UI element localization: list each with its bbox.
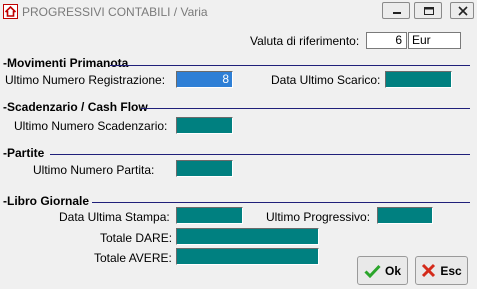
totale-dare-field[interactable] bbox=[176, 228, 319, 245]
ok-button-label: Ok bbox=[384, 263, 401, 278]
section-title-libro-giornale: -Libro Giornale bbox=[3, 194, 90, 208]
esc-button[interactable]: Esc bbox=[415, 256, 468, 285]
section-title-scadenzario: -Scadenzario / Cash Flow bbox=[3, 100, 148, 114]
section-divider bbox=[141, 108, 470, 109]
window-title: PROGRESSIVI CONTABILI / Varia bbox=[22, 5, 208, 19]
totale-avere-label: Totale AVERE: bbox=[94, 251, 172, 265]
title-bar: PROGRESSIVI CONTABILI / Varia bbox=[0, 0, 477, 24]
ultimo-numero-registrazione-field[interactable]: 8 bbox=[176, 71, 233, 88]
section-divider bbox=[92, 202, 470, 203]
data-ultimo-scarico-label: Data Ultimo Scarico: bbox=[271, 73, 381, 87]
section-divider bbox=[110, 65, 470, 66]
esc-button-label: Esc bbox=[440, 263, 462, 278]
maximize-button[interactable] bbox=[414, 2, 442, 19]
ultimo-numero-partita-label: Ultimo Numero Partita: bbox=[33, 163, 155, 177]
ultimo-numero-registrazione-label: Ultimo Numero Registrazione: bbox=[5, 73, 166, 87]
ultimo-progressivo-field[interactable] bbox=[377, 207, 433, 224]
section-divider bbox=[50, 154, 470, 155]
close-icon bbox=[458, 6, 468, 16]
close-button[interactable] bbox=[450, 2, 474, 19]
minimize-button[interactable] bbox=[382, 2, 410, 19]
app-icon bbox=[3, 4, 18, 19]
totale-avere-field[interactable] bbox=[176, 248, 319, 265]
ultimo-numero-scadenzario-field[interactable] bbox=[176, 117, 233, 134]
ultimo-numero-partita-field[interactable] bbox=[176, 160, 233, 177]
data-ultimo-scarico-field[interactable] bbox=[385, 71, 452, 88]
ultimo-progressivo-label: Ultimo Progressivo: bbox=[266, 210, 371, 224]
maximize-icon bbox=[424, 7, 434, 15]
checkmark-icon bbox=[364, 264, 381, 278]
currency-label: Valuta di riferimento: bbox=[250, 34, 360, 48]
section-title-partite: -Partite bbox=[3, 146, 45, 160]
data-ultima-stampa-label: Data Ultima Stampa: bbox=[59, 210, 170, 224]
section-title-primanota: -Movimenti Primanota bbox=[3, 56, 129, 70]
data-ultima-stampa-field[interactable] bbox=[176, 207, 243, 224]
minimize-icon bbox=[393, 12, 401, 14]
ok-button[interactable]: Ok bbox=[357, 256, 408, 285]
cross-icon bbox=[422, 263, 436, 278]
currency-name-field[interactable]: Eur bbox=[408, 32, 461, 49]
totale-dare-label: Totale DARE: bbox=[100, 231, 173, 245]
ultimo-numero-scadenzario-label: Ultimo Numero Scadenzario: bbox=[14, 119, 168, 133]
currency-code-field[interactable]: 6 bbox=[366, 32, 407, 49]
